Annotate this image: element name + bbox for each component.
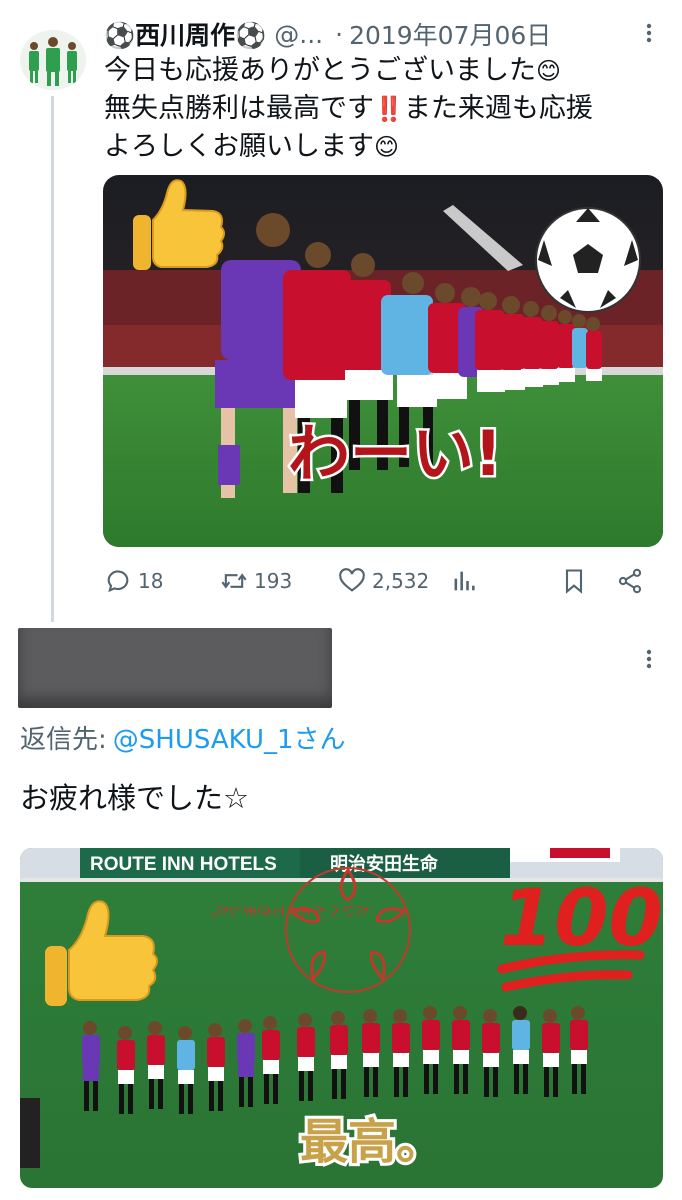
tweet-line: 無失点勝利は最高です‼️また来週も応援 <box>104 93 593 124</box>
retweet-icon <box>221 573 247 589</box>
author-avatar[interactable] <box>20 30 86 90</box>
share-icon <box>618 568 642 594</box>
smile-emoji: 😊 <box>536 57 562 85</box>
like-button[interactable]: 2,532 <box>338 567 450 595</box>
reply-to-prefix: 返信先: <box>20 725 107 755</box>
tweet-actions: 18 193 2,532 <box>104 563 660 599</box>
exclamation-emoji: ‼️ <box>374 95 404 123</box>
reply-to-line: 返信先: @SHUSAKU_1さん <box>20 719 346 756</box>
more-icon[interactable] <box>636 20 662 46</box>
share-button[interactable] <box>616 567 644 595</box>
more-icon[interactable] <box>636 646 662 672</box>
tweet-line: よろしくお願いします😊 <box>104 131 400 162</box>
bookmark-button[interactable] <box>560 567 616 595</box>
reply-button[interactable]: 18 <box>104 567 220 595</box>
photo-caption: 最高。 <box>300 1114 444 1170</box>
analytics-icon <box>454 571 475 591</box>
separator-dot: · <box>335 19 344 49</box>
retweet-button[interactable]: 193 <box>220 567 338 595</box>
reply-text: お疲れ様でした☆ <box>20 781 249 815</box>
author-name[interactable]: ⚽西川周作⚽ <box>104 16 266 52</box>
like-icon <box>339 568 365 592</box>
author-handle[interactable]: @... <box>274 20 323 49</box>
smile-emoji: 😊 <box>374 133 400 161</box>
bookmark-icon <box>565 569 583 594</box>
tweet-header: ⚽西川周作⚽ @... · 2019年07月06日 <box>104 14 644 54</box>
reply-icon <box>107 570 129 593</box>
analytics-button[interactable] <box>450 567 560 595</box>
tweet-text: 今日も応援ありがとうございました😊 無失点勝利は最高です‼️また来週も応援 よろ… <box>104 52 664 166</box>
reply-photo[interactable]: ROUTE INN HOTELS 明治安田生命 たいへんよくできました。 100 <box>20 848 663 1188</box>
soccer-ball-icon <box>535 207 641 313</box>
stamp-text: たいへんよくできました。 <box>202 902 370 918</box>
reply-mention-link[interactable]: @SHUSAKU_1さん <box>113 725 346 755</box>
photo-overlay-text: わーい! <box>288 417 502 490</box>
tweet-date[interactable]: 2019年07月06日 <box>349 16 551 52</box>
thread-line <box>51 96 54 622</box>
ad-banner-text: ROUTE INN HOTELS <box>90 854 277 875</box>
tweet-line: 今日も応援ありがとうございました😊 <box>104 55 562 86</box>
redacted-user-block <box>18 628 332 708</box>
tweet-photo[interactable]: わーい! <box>103 175 663 547</box>
